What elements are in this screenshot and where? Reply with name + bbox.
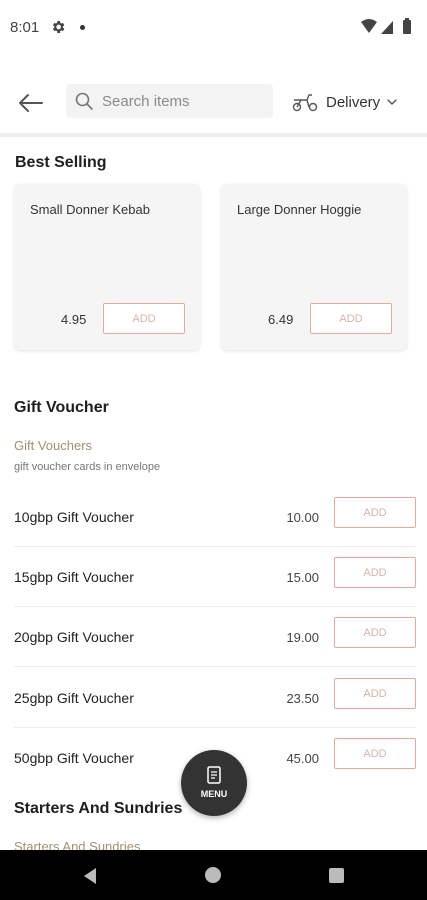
product-price: 15.00 bbox=[286, 570, 319, 585]
product-name: Large Donner Hoggie bbox=[237, 202, 362, 217]
product-name: 20gbp Gift Voucher bbox=[14, 629, 134, 645]
search-icon bbox=[75, 92, 93, 110]
back-arrow-icon[interactable] bbox=[16, 88, 46, 118]
header-divider bbox=[0, 133, 427, 137]
list-item[interactable]: 25gbp Gift Voucher 23.50 ADD bbox=[14, 668, 416, 728]
nav-home-icon[interactable] bbox=[205, 867, 221, 883]
category-description: gift voucher cards in envelope bbox=[14, 461, 161, 473]
product-price: 19.00 bbox=[286, 630, 319, 645]
section-title-best-selling: Best Selling bbox=[15, 154, 107, 171]
chevron-down-icon bbox=[387, 99, 397, 105]
delivery-selector[interactable]: Delivery bbox=[292, 90, 398, 114]
add-button[interactable]: ADD bbox=[334, 557, 416, 588]
nav-recents-icon[interactable] bbox=[329, 868, 344, 883]
search-input[interactable] bbox=[100, 91, 264, 111]
add-button[interactable]: ADD bbox=[334, 617, 416, 648]
row-divider bbox=[14, 666, 416, 667]
product-price: 10.00 bbox=[286, 510, 319, 525]
product-price: 23.50 bbox=[286, 691, 319, 706]
menu-fab-button[interactable]: MENU bbox=[181, 750, 247, 816]
product-name: 15gbp Gift Voucher bbox=[14, 569, 134, 585]
product-price: 4.95 bbox=[61, 312, 87, 327]
product-name: Small Donner Kebab bbox=[30, 202, 150, 217]
best-selling-card[interactable]: Small Donner Kebab 4.95 ADD bbox=[14, 184, 200, 350]
section-title-starters: Starters And Sundries bbox=[14, 800, 183, 817]
product-name: 10gbp Gift Voucher bbox=[14, 509, 134, 525]
notification-dot-icon bbox=[80, 25, 85, 30]
list-item[interactable]: 20gbp Gift Voucher 19.00 ADD bbox=[14, 607, 416, 667]
add-button[interactable]: ADD bbox=[310, 303, 392, 334]
category-label: Gift Vouchers bbox=[14, 438, 93, 453]
add-button[interactable]: ADD bbox=[334, 678, 416, 709]
menu-fab-label: MENU bbox=[200, 789, 228, 799]
status-bar: 8:01 bbox=[0, 0, 427, 56]
product-price: 45.00 bbox=[286, 751, 319, 766]
top-bar: Delivery bbox=[0, 76, 427, 130]
nav-back-icon[interactable] bbox=[82, 867, 98, 885]
delivery-label: Delivery bbox=[326, 93, 381, 111]
product-name: 50gbp Gift Voucher bbox=[14, 750, 134, 766]
product-name: 25gbp Gift Voucher bbox=[14, 690, 134, 706]
section-title-gift-voucher: Gift Voucher bbox=[14, 399, 109, 416]
add-button[interactable]: ADD bbox=[334, 738, 416, 769]
menu-card-icon bbox=[207, 766, 221, 784]
search-box[interactable] bbox=[66, 84, 273, 118]
status-time: 8:01 bbox=[10, 19, 40, 36]
product-price: 6.49 bbox=[268, 312, 294, 327]
add-button[interactable]: ADD bbox=[334, 497, 416, 528]
settings-gear-icon bbox=[53, 21, 65, 33]
scooter-icon bbox=[292, 94, 318, 112]
system-nav-bar bbox=[0, 850, 427, 900]
list-item[interactable]: 10gbp Gift Voucher 10.00 ADD bbox=[14, 487, 416, 547]
wifi-signal-battery-icon bbox=[361, 18, 411, 35]
list-item[interactable]: 15gbp Gift Voucher 15.00 ADD bbox=[14, 547, 416, 607]
best-selling-card[interactable]: Large Donner Hoggie 6.49 ADD bbox=[221, 184, 407, 350]
add-button[interactable]: ADD bbox=[103, 303, 185, 334]
